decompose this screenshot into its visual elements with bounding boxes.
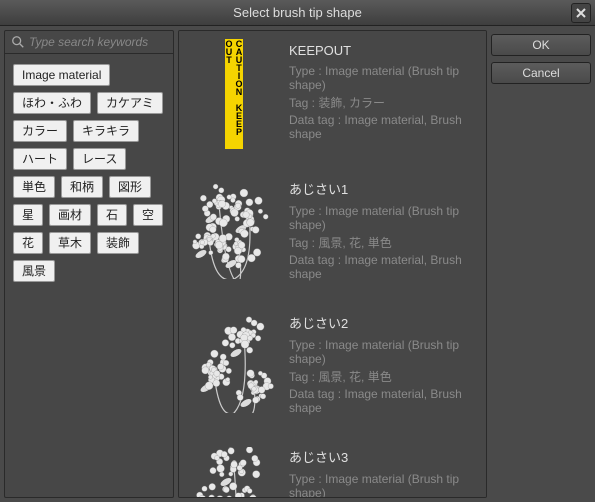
brush-item[interactable]: あじさい1 Type : Image material (Brush tip sh… xyxy=(179,167,486,301)
brush-datatag: Data tag : Image material, Brush shape xyxy=(289,253,476,281)
brush-type: Type : Image material (Brush tip shape) xyxy=(289,64,476,92)
brush-name: あじさい1 xyxy=(289,179,476,198)
brush-type: Type : Image material (Brush tip shape) xyxy=(289,338,476,366)
brush-item[interactable]: あじさい2 Type : Image material (Brush tip sh… xyxy=(179,301,486,435)
brush-info: あじさい1 Type : Image material (Brush tip sh… xyxy=(289,175,476,283)
brush-datatag: Data tag : Image material, Brush shape xyxy=(289,387,476,415)
brush-thumb xyxy=(189,309,279,417)
tag-9[interactable]: 図形 xyxy=(109,176,151,198)
tag-6[interactable]: レース xyxy=(73,148,126,170)
tag-7[interactable]: 単色 xyxy=(13,176,55,198)
tag-13[interactable]: 空 xyxy=(133,204,163,226)
brush-thumb: CAUTION KEEP OUT xyxy=(189,39,279,149)
brush-thumb xyxy=(189,443,279,498)
brush-tag: Tag : 装飾, カラー xyxy=(289,94,476,111)
search-input[interactable] xyxy=(29,35,184,49)
close-icon xyxy=(576,8,586,18)
close-button[interactable] xyxy=(571,3,591,23)
tag-10[interactable]: 星 xyxy=(13,204,43,226)
brush-tag: Tag : 風景, 花, 単色 xyxy=(289,368,476,385)
tag-8[interactable]: 和柄 xyxy=(61,176,103,198)
brush-item[interactable]: あじさい3 Type : Image material (Brush tip sh… xyxy=(179,435,486,498)
search-icon xyxy=(11,35,25,49)
search-bar xyxy=(5,31,173,54)
tag-4[interactable]: キラキラ xyxy=(73,120,139,142)
ok-button[interactable]: OK xyxy=(491,34,591,56)
button-panel: OK Cancel xyxy=(491,30,591,498)
tag-17[interactable]: 風景 xyxy=(13,260,55,282)
tag-2[interactable]: カケアミ xyxy=(97,92,163,114)
brush-tag: Tag : 風景, 花, 単色 xyxy=(289,234,476,251)
brush-datatag: Data tag : Image material, Brush shape xyxy=(289,113,476,141)
brush-list[interactable]: CAUTION KEEP OUT KEEPOUT Type : Image mate… xyxy=(178,30,487,498)
brush-type: Type : Image material (Brush tip shape) xyxy=(289,472,476,498)
sidebar-panel: Image material ほわ・ふわカケアミカラーキラキラハートレース単色和柄… xyxy=(4,30,174,498)
tag-16[interactable]: 装飾 xyxy=(97,232,139,254)
dialog-title: Select brush tip shape xyxy=(233,5,362,20)
tag-12[interactable]: 石 xyxy=(97,204,127,226)
flower-icon xyxy=(189,313,279,413)
tag-0[interactable]: Image material xyxy=(13,64,110,86)
brush-name: あじさい2 xyxy=(289,313,476,332)
tag-11[interactable]: 画材 xyxy=(49,204,91,226)
tag-15[interactable]: 草木 xyxy=(49,232,91,254)
tag-list: Image material ほわ・ふわカケアミカラーキラキラハートレース単色和柄… xyxy=(5,54,173,292)
tag-1[interactable]: ほわ・ふわ xyxy=(13,92,91,114)
tag-3[interactable]: カラー xyxy=(13,120,67,142)
brush-info: あじさい2 Type : Image material (Brush tip sh… xyxy=(289,309,476,417)
tag-5[interactable]: ハート xyxy=(13,148,67,170)
main-area: Image material ほわ・ふわカケアミカラーキラキラハートレース単色和柄… xyxy=(0,26,595,502)
titlebar: Select brush tip shape xyxy=(0,0,595,26)
brush-name: KEEPOUT xyxy=(289,43,476,58)
brush-type: Type : Image material (Brush tip shape) xyxy=(289,204,476,232)
cancel-button[interactable]: Cancel xyxy=(491,62,591,84)
brush-info: あじさい3 Type : Image material (Brush tip sh… xyxy=(289,443,476,498)
brush-info: KEEPOUT Type : Image material (Brush tip … xyxy=(289,39,476,149)
brush-thumb xyxy=(189,175,279,283)
keepout-icon: CAUTION KEEP OUT xyxy=(225,39,243,149)
flower-icon xyxy=(189,447,279,498)
tag-14[interactable]: 花 xyxy=(13,232,43,254)
brush-name: あじさい3 xyxy=(289,447,476,466)
brush-item[interactable]: CAUTION KEEP OUT KEEPOUT Type : Image mate… xyxy=(179,31,486,167)
flower-icon xyxy=(189,179,279,279)
